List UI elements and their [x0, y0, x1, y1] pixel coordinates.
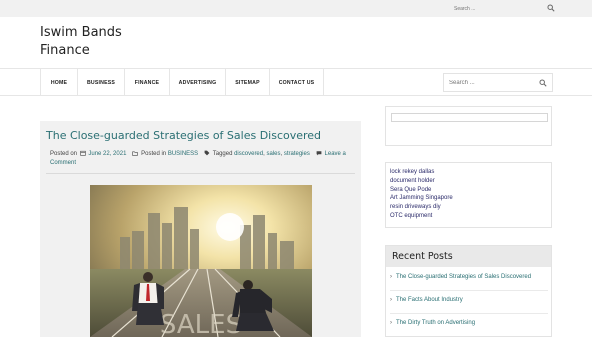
- nav-item-advertising[interactable]: ADVERTISING: [169, 69, 225, 96]
- nav-search[interactable]: [443, 73, 553, 92]
- folder-icon: [132, 151, 139, 156]
- post-date-link[interactable]: June 22, 2021: [88, 151, 126, 157]
- sidebar-link[interactable]: resin driveways diy: [390, 203, 547, 212]
- tag-link[interactable]: strategies: [284, 151, 310, 157]
- recent-post-item[interactable]: › The Close-guarded Strategies of Sales D…: [390, 268, 548, 291]
- sidebar-link[interactable]: Sera Que Pode: [390, 186, 547, 195]
- top-search-input[interactable]: [449, 5, 539, 12]
- track-lettering: SALES: [160, 310, 242, 337]
- calendar-icon: [80, 150, 86, 156]
- chevron-right-icon: ›: [390, 297, 392, 303]
- recent-post-link[interactable]: The Close-guarded Strategies of Sales Di…: [396, 274, 531, 280]
- site-title-line2[interactable]: Finance: [40, 42, 122, 60]
- tag-link[interactable]: sales: [266, 151, 280, 157]
- chevron-right-icon: ›: [390, 320, 392, 326]
- site-title[interactable]: Iswim Bands Finance: [40, 24, 122, 60]
- leave-comment-link[interactable]: Leave a: [325, 151, 346, 157]
- sidebar-links-widget: lock rekey dallas document holder Sera Q…: [385, 162, 552, 228]
- posted-on-label: Posted on: [50, 151, 78, 157]
- top-search[interactable]: [449, 2, 561, 15]
- sidebar-select-field[interactable]: [391, 113, 548, 122]
- recent-post-link[interactable]: The Facts About Industry: [396, 297, 463, 303]
- nav-item-home[interactable]: HOME: [40, 69, 77, 96]
- recent-post-item[interactable]: › The Dirty Truth on Advertising: [390, 314, 548, 336]
- nav-item-business[interactable]: BUSINESS: [77, 69, 124, 96]
- nav-item-contact-us[interactable]: CONTACT US: [269, 69, 324, 96]
- business-race-illustration: SALES: [90, 185, 312, 337]
- sidebar-link[interactable]: document holder: [390, 177, 547, 186]
- tagged-label: Tagged: [212, 151, 233, 157]
- search-icon[interactable]: [539, 79, 547, 87]
- sidebar-link[interactable]: OTC equipment: [390, 212, 547, 221]
- top-bar: [0, 0, 592, 17]
- sidebar-link[interactable]: Art Jamming Singapore: [390, 194, 547, 203]
- nav-search-input[interactable]: [444, 79, 532, 86]
- post-meta: Posted on June 22, 2021 Posted in BUSINE…: [50, 150, 346, 166]
- chevron-right-icon: ›: [390, 274, 392, 280]
- search-icon[interactable]: [547, 4, 555, 12]
- post-title[interactable]: The Close-guarded Strategies of Sales Di…: [46, 129, 321, 142]
- comment-icon: [316, 151, 322, 156]
- nav-item-sitemap[interactable]: SITEMAP: [225, 69, 269, 96]
- leave-comment-link-cont[interactable]: Comment: [50, 160, 76, 166]
- tag-icon: [204, 150, 210, 156]
- sidebar-empty-widget: [385, 106, 552, 146]
- recent-post-link[interactable]: The Dirty Truth on Advertising: [396, 320, 475, 326]
- post-article: The Close-guarded Strategies of Sales Di…: [40, 121, 361, 337]
- site-title-line1[interactable]: Iswim Bands: [40, 24, 122, 42]
- sidebar-link[interactable]: lock rekey dallas: [390, 168, 547, 177]
- main-navbar: HOME BUSINESS FINANCE ADVERTISING SITEMA…: [0, 68, 592, 96]
- post-divider: [46, 173, 355, 174]
- category-link[interactable]: BUSINESS: [168, 151, 198, 157]
- posted-in-label: Posted in: [141, 151, 167, 157]
- recent-posts-title: Recent Posts: [386, 246, 551, 267]
- nav-item-finance[interactable]: FINANCE: [124, 69, 169, 96]
- main-nav: HOME BUSINESS FINANCE ADVERTISING SITEMA…: [40, 69, 324, 96]
- recent-post-item[interactable]: › The Facts About Industry: [390, 291, 548, 314]
- post-featured-image[interactable]: SALES: [90, 185, 312, 337]
- recent-posts-widget: Recent Posts › The Close-guarded Strategi…: [385, 245, 552, 337]
- tag-link[interactable]: discovered: [234, 151, 263, 157]
